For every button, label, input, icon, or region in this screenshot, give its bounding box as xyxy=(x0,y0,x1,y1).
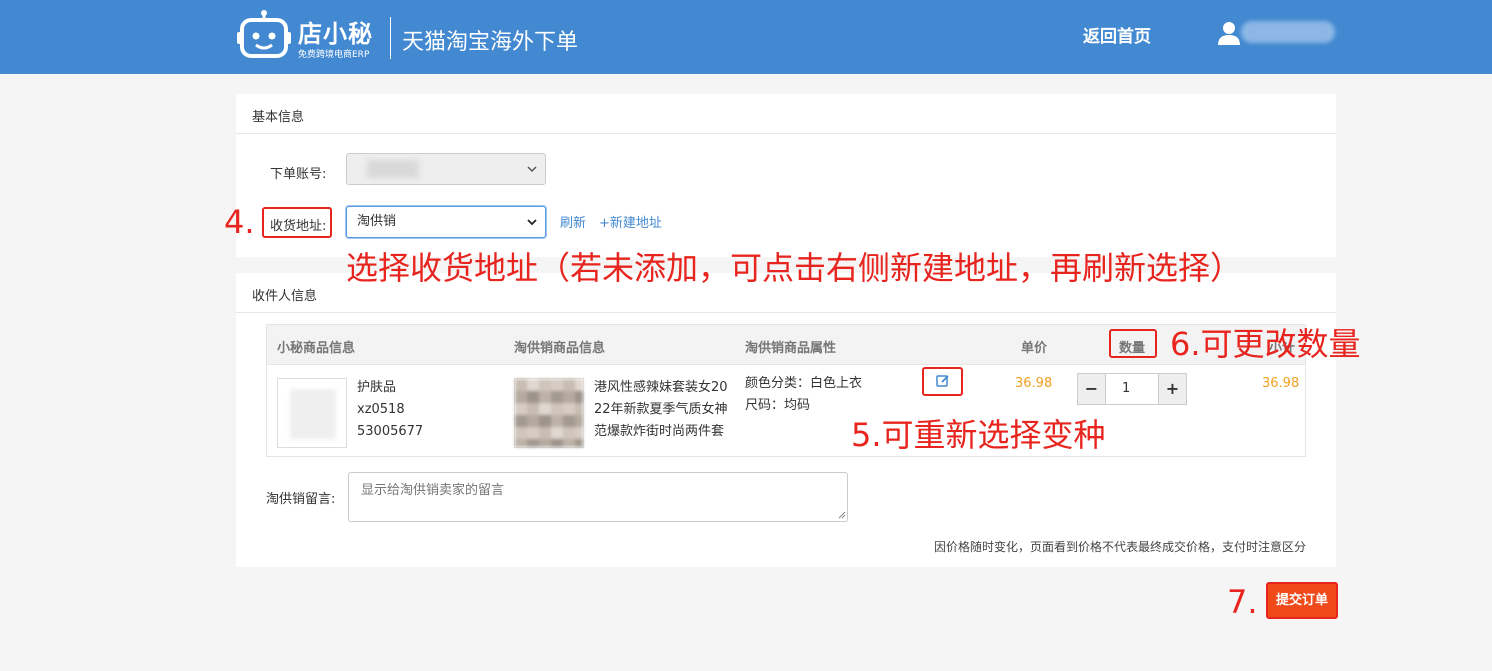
sku-details: 护肤品 xz0518 53005677 xyxy=(357,377,423,443)
divider xyxy=(236,133,1336,134)
supplier-product-image[interactable] xyxy=(514,378,584,448)
chevron-down-icon xyxy=(527,219,537,226)
account-select[interactable] xyxy=(346,153,546,185)
account-label: 下单账号: xyxy=(270,167,327,182)
title-line: 范爆款炸街时尚两件套 xyxy=(594,424,725,439)
message-textarea[interactable] xyxy=(348,472,848,522)
quantity-plus-button[interactable]: + xyxy=(1158,374,1186,404)
basic-info-panel: 基本信息 下单账号: 收货地址: 淘供销 刷新 +新建地址 xyxy=(236,94,1336,257)
quantity-minus-button[interactable]: − xyxy=(1078,374,1106,404)
logo-subtitle: 免费跨境电商ERP xyxy=(298,50,370,60)
account-value-blurred xyxy=(367,160,419,178)
address-select[interactable]: 淘供销 xyxy=(346,206,546,238)
unit-price: 36.98 xyxy=(1015,376,1053,391)
col-header-attributes: 淘供销商品属性 xyxy=(745,341,837,356)
annotation-step4-text: 选择收货地址（若未添加，可点击右侧新建地址，再刷新选择） xyxy=(346,249,1243,287)
title-line: 22年新款夏季气质女神 xyxy=(594,402,728,417)
site-title: 天猫淘宝海外下单 xyxy=(402,30,579,55)
annotation-step6: 6.可更改数量 xyxy=(1170,325,1361,363)
sku-code: xz0518 xyxy=(357,402,405,417)
resize-grip-icon[interactable] xyxy=(836,509,846,519)
new-address-link[interactable]: +新建地址 xyxy=(599,212,662,231)
attr-size: 尺码：均码 xyxy=(745,398,811,413)
price-notice: 因价格随时变化，页面看到价格不代表最终成交价格，支付时注意区分 xyxy=(933,540,1306,554)
annotation-box-quantity-header xyxy=(1109,329,1157,358)
annotation-box-address-label xyxy=(262,207,332,238)
receiver-info-panel: 收件人信息 小秘商品信息 淘供销商品信息 淘供销商品属性 单价 数量 小计 护肤… xyxy=(236,273,1336,567)
annotation-step7: 7. xyxy=(1227,583,1258,621)
receiver-info-title: 收件人信息 xyxy=(252,289,318,304)
sku-name: 护肤品 xyxy=(357,380,397,395)
annotation-step5: 5.可重新选择变种 xyxy=(851,416,1106,454)
header-divider xyxy=(390,17,391,59)
address-select-value: 淘供销 xyxy=(357,214,397,229)
col-header-unit-price: 单价 xyxy=(1021,341,1048,356)
title-line: 港风性感辣妹套装女20 xyxy=(594,380,728,395)
message-label: 淘供销留言: xyxy=(266,492,336,507)
user-name-blurred[interactable] xyxy=(1241,21,1335,43)
user-icon[interactable] xyxy=(1218,21,1240,45)
robot-logo-icon xyxy=(237,10,291,58)
basic-info-title: 基本信息 xyxy=(252,110,305,125)
supplier-product-title[interactable]: 港风性感辣妹套装女20 22年新款夏季气质女神 范爆款炸街时尚两件套 xyxy=(594,377,728,443)
sku-id: 53005677 xyxy=(357,424,424,439)
sku-thumbnail xyxy=(277,378,347,448)
logo-text: 店小秘 xyxy=(298,20,373,48)
product-attributes: 颜色分类：白色上衣 尺码：均码 xyxy=(745,373,862,417)
chevron-down-icon xyxy=(527,166,537,173)
submit-order-button[interactable]: 提交订单 xyxy=(1266,582,1338,619)
col-header-sku-info: 小秘商品信息 xyxy=(277,341,356,356)
refresh-link[interactable]: 刷新 xyxy=(560,212,586,231)
attr-color: 颜色分类：白色上衣 xyxy=(745,376,863,391)
top-header: 店小秘 免费跨境电商ERP 天猫淘宝海外下单 返回首页 xyxy=(0,0,1492,74)
col-header-supplier-info: 淘供销商品信息 xyxy=(514,341,606,356)
quantity-input[interactable]: 1 xyxy=(1106,374,1158,404)
home-link[interactable]: 返回首页 xyxy=(1083,22,1151,47)
annotation-box-edit-variant xyxy=(922,367,963,396)
annotation-step4: 4. xyxy=(224,203,255,241)
quantity-stepper: − 1 + xyxy=(1077,373,1187,405)
subtotal: 36.98 xyxy=(1262,376,1300,391)
divider xyxy=(236,312,1336,313)
